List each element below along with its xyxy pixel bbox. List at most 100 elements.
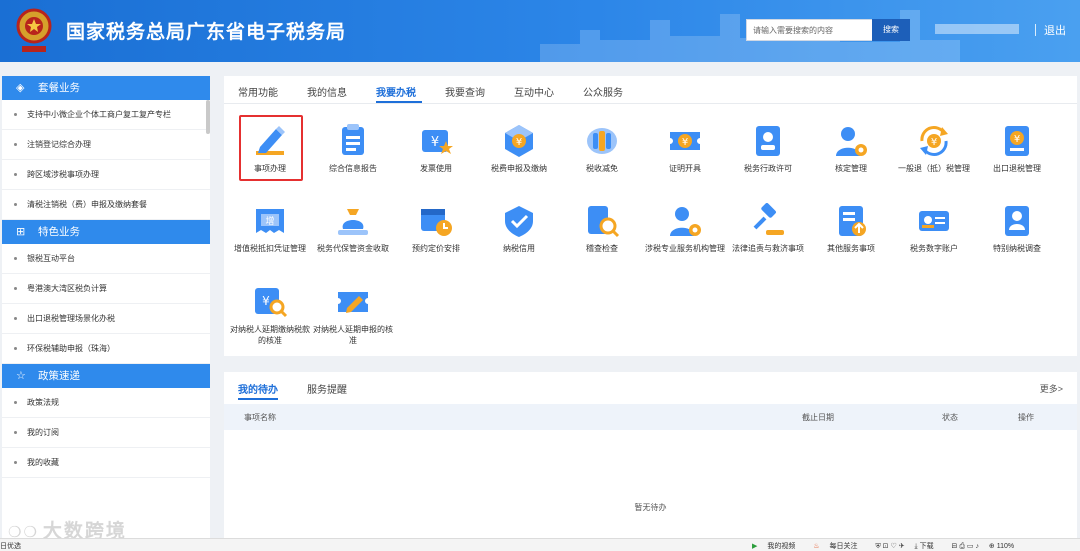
sidebar-item[interactable]: 我的订阅 <box>2 418 210 448</box>
sidebar-item-label: 环保税辅助申报（珠海） <box>27 344 115 353</box>
tab-query[interactable]: 我要查询 <box>445 84 485 99</box>
search-input[interactable]: 请输入需要搜索的内容 <box>746 19 872 41</box>
yuan-refresh-icon: ¥ <box>920 126 948 156</box>
user-name-masked[interactable] <box>935 24 1019 34</box>
bullet-dot <box>14 431 17 435</box>
sidebar-section-policy[interactable]: ☆ 政策速递 <box>2 364 210 388</box>
receipt-icon: 增 <box>256 209 284 233</box>
bullet-dot <box>14 257 17 261</box>
header-divider <box>1035 24 1036 36</box>
col-deadline: 截止日期 <box>802 413 834 422</box>
download-item[interactable]: ⤓ 下载 <box>915 543 942 550</box>
more-link[interactable]: 更多> <box>1040 382 1063 395</box>
sidebar-section-package[interactable]: ◈ 套餐业务 <box>2 76 210 100</box>
sidebar-item[interactable]: 我的收藏 <box>2 448 210 478</box>
tab-tax-handling[interactable]: 我要办税 <box>376 84 416 99</box>
service-label: 纳税信用 <box>503 244 535 253</box>
national-emblem-icon <box>16 8 52 52</box>
service-item[interactable]: ¥ 税费申报及缴纳 <box>479 123 559 174</box>
service-item[interactable]: 法律追责与救济事项 <box>728 203 808 254</box>
sidebar-section-featured[interactable]: ⊞ 特色业务 <box>2 220 210 244</box>
sidebar-item[interactable]: 支持中小微企业个体工商户复工复产专栏 <box>2 100 210 130</box>
service-item[interactable]: 其他服务事项 <box>811 203 891 254</box>
sidebar-item[interactable]: 粤港澳大湾区税负计算 <box>2 274 210 304</box>
service-item[interactable]: 税务数字账户 <box>894 203 974 254</box>
col-action: 操作 <box>1018 413 1034 422</box>
sidebar-item[interactable]: 环保税辅助申报（珠海） <box>2 334 210 364</box>
service-label: 稽查检查 <box>586 244 618 253</box>
sidebar-item[interactable]: 银税互动平台 <box>2 244 210 274</box>
service-item[interactable]: 纳税信用 <box>479 203 559 254</box>
sidebar-item-label: 出口退税管理场景化办税 <box>27 314 115 323</box>
service-item[interactable]: 税收减免 <box>562 123 642 174</box>
tab-public-service[interactable]: 公众服务 <box>583 84 623 99</box>
service-item[interactable]: 涉税专业服务机构管理 <box>645 203 725 254</box>
sidebar-item[interactable]: 出口退税管理场景化办税 <box>2 304 210 334</box>
browser-status-bar: 日优选 ▶ 我的视频 ♨ 每日关注 ⛨ ⊡ ♡ ✈ ⤓ 下载 ⊟ ⎙ ▭ ♪ ⊕… <box>0 538 1080 551</box>
doc-search-icon <box>588 206 620 238</box>
shield-item[interactable]: ⛨ ⊡ ♡ ✈ <box>875 543 904 550</box>
tab-my-pending[interactable]: 我的待办 <box>238 381 278 396</box>
sidebar-item-label: 注销登记综合办理 <box>27 140 91 149</box>
col-item-name: 事项名称 <box>244 413 276 422</box>
service-item[interactable]: 特别纳税调查 <box>977 203 1057 254</box>
service-item[interactable]: 增 增值税抵扣凭证管理 <box>230 203 310 254</box>
service-label: 核定管理 <box>835 164 867 173</box>
tab-service-reminder[interactable]: 服务提醒 <box>307 381 347 396</box>
sidebar-item[interactable]: 跨区域涉税事项办理 <box>2 160 210 190</box>
service-item[interactable]: ¥ 一般退（抵）税管理 <box>894 123 974 174</box>
status-items: ▶ 我的视频 ♨ 每日关注 ⛨ ⊡ ♡ ✈ ⤓ 下载 ⊟ ⎙ ▭ ♪ ⊕ 110… <box>752 541 1030 551</box>
sidebar-item[interactable]: 清税注销税（费）申报及缴纳套餐 <box>2 190 210 220</box>
service-item[interactable]: ¥ 对纳税人延期缴纳税款的核准 <box>230 284 310 346</box>
service-item[interactable]: ¥ 发票使用 <box>396 123 476 174</box>
sidebar-scrollbar[interactable] <box>206 100 210 134</box>
service-item[interactable]: 综合信息报告 <box>313 123 393 174</box>
service-label: 增值税抵扣凭证管理 <box>234 244 306 253</box>
sidebar-item[interactable]: 注销登记综合办理 <box>2 130 210 160</box>
user-gear-icon <box>670 207 701 236</box>
site-title: 国家税务总局广东省电子税务局 <box>66 22 347 43</box>
sidebar-item-label: 银税互动平台 <box>27 254 75 263</box>
tab-my-info[interactable]: 我的信息 <box>307 84 347 99</box>
bullet-dot <box>14 461 17 465</box>
service-item[interactable]: 稽查检查 <box>562 203 642 254</box>
service-item[interactable]: 对纳税人延期申报的核准 <box>313 284 393 346</box>
bullet-dot <box>14 203 17 207</box>
service-item[interactable]: 预约定价安排 <box>396 203 476 254</box>
yuan-cube-icon: ¥ <box>505 125 533 157</box>
service-item[interactable]: ¥ 证明开具 <box>645 123 725 174</box>
download-label: 下载 <box>919 543 934 550</box>
svg-text:¥: ¥ <box>262 294 270 308</box>
service-label: 证明开具 <box>669 164 701 173</box>
logout-link[interactable]: 退出 <box>1044 22 1066 38</box>
service-item[interactable]: 核定管理 <box>811 123 891 174</box>
bullet-dot <box>14 113 17 117</box>
service-label: 综合信息报告 <box>329 164 377 173</box>
service-label: 税费申报及缴纳 <box>491 164 547 173</box>
ticket-edit-icon <box>338 292 368 313</box>
daily-item[interactable]: ♨ 每日关注 <box>813 543 865 550</box>
grid-icon: ⊞ <box>16 226 26 238</box>
zoom-item[interactable]: ⊕ 110% <box>989 543 1022 550</box>
service-label: 对纳税人延期缴纳税款的核准 <box>230 325 310 345</box>
tab-common[interactable]: 常用功能 <box>238 84 278 99</box>
top-header: 国家税务总局广东省电子税务局 请输入需要搜索的内容 搜索 退出 <box>0 0 1080 62</box>
yuan-ticket-icon: ¥ <box>670 132 700 150</box>
sidebar-section-title: 政策速递 <box>38 370 80 382</box>
tab-interaction[interactable]: 互动中心 <box>514 84 554 99</box>
sidebar-item-label: 政策法规 <box>27 398 59 407</box>
misc-icons[interactable]: ⊟ ⎙ ▭ ♪ <box>952 543 979 550</box>
service-item[interactable]: 税务行政许可 <box>728 123 808 174</box>
sidebar-item-label: 支持中小微企业个体工商户复工复产专栏 <box>27 110 171 119</box>
svg-text:¥: ¥ <box>931 137 937 148</box>
bullet-dot <box>14 287 17 291</box>
highlight-box <box>239 115 303 181</box>
service-label: 其他服务事项 <box>827 244 875 253</box>
service-item[interactable]: ¥ 出口退税管理 <box>977 123 1057 174</box>
search-button[interactable]: 搜索 <box>872 19 910 41</box>
sidebar-item-label: 我的收藏 <box>27 458 59 467</box>
video-item[interactable]: ▶ 我的视频 <box>752 543 803 550</box>
service-item[interactable]: 税务代保管资金收取 <box>313 203 393 254</box>
star-icon: ☆ <box>16 370 26 382</box>
sidebar-item[interactable]: 政策法规 <box>2 388 210 418</box>
